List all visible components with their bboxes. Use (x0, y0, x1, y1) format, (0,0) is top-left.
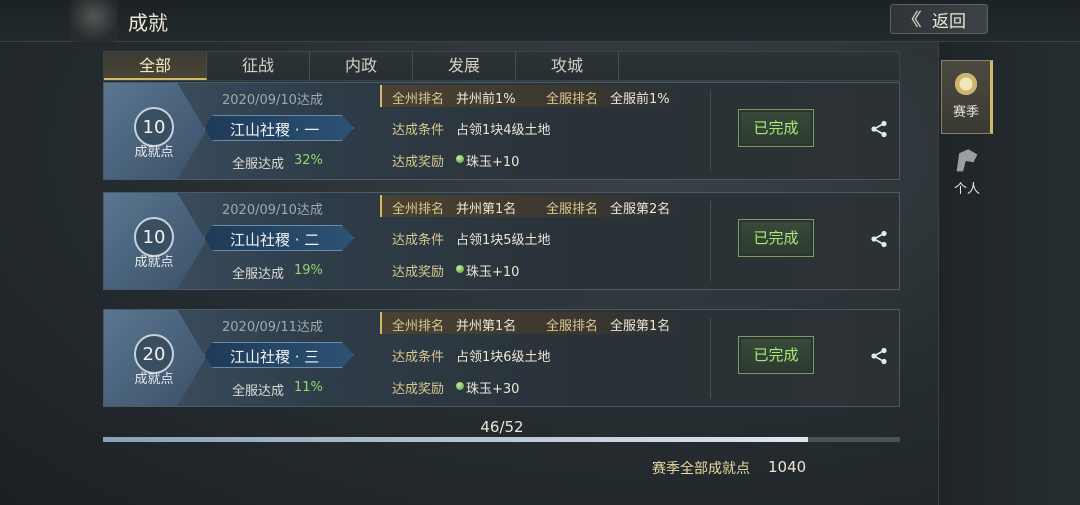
achievement-points-label: 成就点 (134, 372, 174, 387)
server-rank-value: 全服第2名 (610, 202, 671, 217)
side-tab-label: 赛季 (952, 105, 979, 120)
progress-bar (103, 437, 900, 442)
side-tab-label: 个人 (953, 182, 980, 197)
tab-development[interactable]: 发展 (413, 52, 516, 80)
achievement-name: 江山社稷 · 一 (230, 121, 320, 139)
category-tabs: 全部 征战 内政 发展 攻城 (103, 51, 900, 81)
condition-label: 达成条件 (392, 123, 445, 138)
server-rank-label: 全服排名 (546, 202, 599, 217)
season-total-value: 1040 (768, 458, 807, 476)
side-tab-panel: 赛季 个人 (938, 42, 1080, 505)
achieved-date: 2020/09/11达成 (222, 320, 323, 335)
share-icon (871, 120, 887, 138)
card-divider (710, 91, 711, 171)
share-button[interactable] (862, 219, 896, 259)
tab-siege[interactable]: 攻城 (516, 52, 619, 80)
achievement-card: 10 成就点 2020/09/10达成 江山社稷 · 二 全服达成 19% 全州… (103, 192, 900, 290)
achieved-date: 2020/09/10达成 (222, 203, 323, 218)
server-rate-value: 32% (294, 153, 323, 168)
completed-button[interactable]: 已完成 (738, 219, 814, 257)
achievement-name: 江山社稷 · 三 (230, 348, 320, 366)
page-title: 成就 (128, 11, 168, 35)
condition-value: 占领1块5级土地 (456, 233, 551, 248)
share-icon (871, 347, 887, 365)
reward-value: 珠玉+10 (466, 265, 520, 280)
state-rank-value: 并州第1名 (456, 319, 517, 334)
side-tab-personal[interactable]: 个人 (941, 138, 993, 212)
tab-all[interactable]: 全部 (104, 52, 207, 80)
condition-label: 达成条件 (392, 350, 445, 365)
server-rank-value: 全服前1% (610, 92, 670, 107)
achievement-points-label: 成就点 (134, 145, 174, 160)
achievement-card: 20 成就点 2020/09/11达成 江山社稷 · 三 全服达成 11% 全州… (103, 309, 900, 407)
achievement-points: 20 (142, 344, 166, 365)
dragon-emblem-icon (70, 0, 118, 42)
reward-label: 达成奖励 (392, 155, 445, 170)
tab-campaign[interactable]: 征战 (207, 52, 310, 80)
top-bar: 成就 〈〈 返回 (0, 0, 1080, 42)
state-rank-value: 并州前1% (456, 92, 516, 107)
reward-value: 珠玉+10 (466, 155, 520, 170)
share-button[interactable] (862, 109, 896, 149)
achievement-points: 10 (142, 117, 166, 138)
person-flag-icon (956, 149, 978, 172)
achievement-name: 江山社稷 · 二 (230, 231, 320, 249)
state-rank-value: 并州第1名 (456, 202, 517, 217)
double-chevron-left-icon: 〈〈 (901, 10, 922, 31)
server-rate-value: 11% (294, 380, 323, 395)
completed-button[interactable]: 已完成 (738, 336, 814, 374)
server-rate-label: 全服达成 (232, 384, 285, 399)
season-medal-icon (953, 71, 979, 97)
achievement-points: 10 (142, 227, 166, 248)
server-rate-label: 全服达成 (232, 267, 285, 282)
reward-label: 达成奖励 (392, 382, 445, 397)
server-rank-label: 全服排名 (546, 92, 599, 107)
card-divider (710, 201, 711, 281)
reward-label: 达成奖励 (392, 265, 445, 280)
side-tab-season[interactable]: 赛季 (941, 60, 993, 134)
state-rank-label: 全州排名 (392, 319, 445, 334)
condition-label: 达成条件 (392, 233, 445, 248)
jade-icon (456, 382, 464, 390)
condition-value: 占领1块4级土地 (456, 123, 551, 138)
season-total-label: 赛季全部成就点 (652, 461, 750, 477)
share-icon (871, 230, 887, 248)
completed-button[interactable]: 已完成 (738, 109, 814, 147)
condition-value: 占领1块6级土地 (456, 350, 551, 365)
progress-count: 46/52 (480, 418, 524, 436)
back-button[interactable]: 〈〈 返回 (890, 4, 988, 34)
state-rank-label: 全州排名 (392, 202, 445, 217)
card-divider (710, 318, 711, 398)
server-rank-value: 全服第1名 (610, 319, 671, 334)
server-rank-label: 全服排名 (546, 319, 599, 334)
achievement-card: 10 成就点 2020/09/10达成 江山社稷 · 一 全服达成 32% 全州… (103, 82, 900, 180)
share-button[interactable] (862, 336, 896, 376)
back-button-label: 返回 (932, 11, 966, 32)
jade-icon (456, 265, 464, 273)
state-rank-label: 全州排名 (392, 92, 445, 107)
server-rate-value: 19% (294, 263, 323, 278)
achieved-date: 2020/09/10达成 (222, 93, 323, 108)
reward-value: 珠玉+30 (466, 382, 520, 397)
server-rate-label: 全服达成 (232, 157, 285, 172)
jade-icon (456, 155, 464, 163)
tab-domestic[interactable]: 内政 (310, 52, 413, 80)
progress-bar-fill (103, 437, 809, 442)
achievement-points-label: 成就点 (134, 255, 174, 270)
